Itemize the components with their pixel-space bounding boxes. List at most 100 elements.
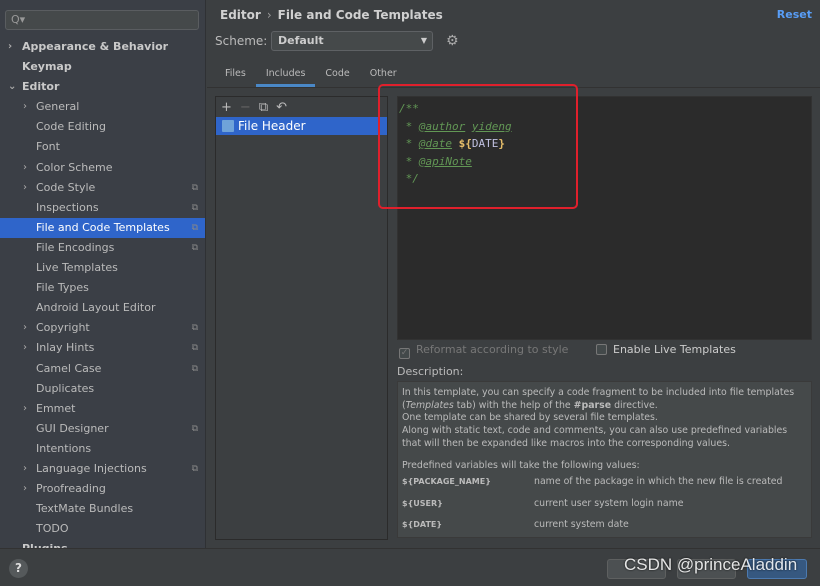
sidebar-item-file-types[interactable]: File Types: [0, 278, 205, 298]
template-list: + − ⧉ ↶ File Header: [215, 96, 388, 540]
sidebar-item-language-injections[interactable]: › Language Injections ⧉: [0, 459, 205, 479]
sidebar-item-label: GUI Designer: [36, 421, 109, 435]
description-text: One template can be shared by several fi…: [402, 412, 658, 424]
sidebar-item-emmet[interactable]: › Emmet: [0, 399, 205, 419]
chevron-right-icon[interactable]: ›: [23, 479, 27, 499]
sidebar-item-intentions[interactable]: Intentions: [0, 439, 205, 459]
gear-icon[interactable]: ⚙: [446, 33, 459, 49]
scheme-value: Default: [278, 34, 324, 47]
sidebar-item-appearance-behavior[interactable]: › Appearance & Behavior: [0, 37, 205, 57]
project-scope-icon: ⧉: [191, 222, 198, 233]
sidebar-item-textmate-bundles[interactable]: TextMate Bundles: [0, 499, 205, 519]
sidebar-item-label: Inspections: [36, 200, 99, 214]
chevron-right-icon[interactable]: ›: [23, 158, 27, 178]
sidebar-item-label: General: [36, 100, 80, 114]
sidebar-item-inlay-hints[interactable]: › Inlay Hints ⧉: [0, 338, 205, 358]
sidebar-item-label: TextMate Bundles: [36, 502, 134, 516]
sidebar-item-plugins[interactable]: Plugins: [0, 539, 205, 548]
sidebar-item-label: File and Code Templates: [36, 220, 170, 234]
sidebar-item-label: File Encodings: [36, 240, 115, 254]
list-item-file-header[interactable]: File Header: [216, 117, 387, 135]
sidebar-item-proofreading[interactable]: › Proofreading: [0, 479, 205, 499]
chevron-right-icon[interactable]: ›: [23, 399, 27, 419]
sidebar-item-live-templates[interactable]: Live Templates: [0, 258, 205, 278]
chevron-right-icon[interactable]: ›: [8, 37, 12, 57]
sidebar-item-camel-case[interactable]: Camel Case ⧉: [0, 359, 205, 379]
tab-includes[interactable]: Includes: [255, 62, 316, 87]
description-text: In this template, you can specify a code…: [402, 387, 795, 411]
project-scope-icon: ⧉: [191, 343, 198, 354]
sidebar-item-label: File Types: [36, 281, 89, 295]
tab-files[interactable]: Files: [215, 62, 256, 87]
help-button[interactable]: ?: [9, 559, 28, 578]
chevron-down-icon[interactable]: ⌄: [8, 77, 16, 97]
sidebar-item-label: Camel Case: [36, 361, 102, 375]
sidebar-item-editor[interactable]: ⌄ Editor: [0, 77, 205, 97]
chevron-right-icon[interactable]: ›: [23, 178, 27, 198]
chevron-down-icon: ▼: [420, 36, 427, 45]
chevron-right-icon[interactable]: ›: [23, 318, 27, 338]
project-scope-icon: ⧉: [191, 363, 198, 374]
sidebar-item-gui-designer[interactable]: GUI Designer ⧉: [0, 419, 205, 439]
sidebar-item-label: Copyright: [36, 321, 90, 335]
search-icon: Q▾: [11, 13, 26, 26]
sidebar-item-label: Code Style: [36, 180, 96, 194]
settings-search-input[interactable]: Q▾: [5, 10, 199, 30]
breadcrumb-current: File and Code Templates: [277, 8, 443, 22]
sidebar-item-code-editing[interactable]: Code Editing: [0, 117, 205, 137]
add-icon[interactable]: +: [221, 100, 232, 115]
variable-row: ${USER} current user system login name: [402, 497, 684, 509]
sidebar-item-android-layout-editor[interactable]: Android Layout Editor: [0, 298, 205, 318]
highlight-annotation-box: [378, 84, 578, 209]
live-templates-checkbox[interactable]: Enable Live Templates: [596, 343, 736, 356]
watermark: CSDN @princeAladdin: [624, 555, 798, 574]
sidebar-item-keymap[interactable]: Keymap: [0, 57, 205, 77]
file-icon: [222, 120, 234, 132]
sidebar-item-label: Editor: [22, 80, 60, 94]
scheme-select[interactable]: Default ▼: [271, 31, 433, 51]
checkbox-checked-icon: ✓: [399, 348, 410, 359]
sidebar-item-label: Inlay Hints: [36, 341, 95, 355]
sidebar-item-duplicates[interactable]: Duplicates: [0, 379, 205, 399]
sidebar-item-font[interactable]: Font: [0, 137, 205, 157]
breadcrumb-separator: ›: [266, 8, 272, 22]
list-toolbar: + − ⧉ ↶: [216, 97, 387, 117]
variable-row: ${PACKAGE_NAME} name of the package in wh…: [402, 476, 783, 488]
sidebar-item-file-encodings[interactable]: File Encodings ⧉: [0, 238, 205, 258]
tab-code[interactable]: Code: [315, 62, 359, 87]
sidebar-item-label: Live Templates: [36, 261, 118, 275]
description-text: Along with static text, code and comment…: [402, 425, 788, 449]
breadcrumb-parent[interactable]: Editor: [220, 8, 261, 22]
project-scope-icon: ⧉: [191, 423, 198, 434]
sidebar-item-copyright[interactable]: › Copyright ⧉: [0, 318, 205, 338]
chevron-right-icon[interactable]: ›: [23, 459, 27, 479]
project-scope-icon: ⧉: [191, 202, 198, 213]
main-panel: Editor › File and Code Templates Reset Sch…: [207, 0, 820, 548]
sidebar-item-code-style[interactable]: › Code Style ⧉: [0, 178, 205, 198]
sidebar-item-todo[interactable]: TODO: [0, 519, 205, 539]
chevron-right-icon[interactable]: ›: [23, 338, 27, 358]
settings-sidebar: Q▾ › Appearance & Behavior Keymap ⌄ Editor › G…: [0, 0, 206, 548]
sidebar-item-label: Appearance & Behavior: [22, 40, 169, 53]
sidebar-item-label: Color Scheme: [36, 160, 113, 174]
sidebar-item-general[interactable]: › General: [0, 97, 205, 117]
sidebar-item-file-and-code-templates[interactable]: File and Code Templates ⧉: [0, 217, 205, 238]
project-scope-icon: ⧉: [191, 242, 198, 253]
sidebar-item-label: Android Layout Editor: [36, 301, 156, 315]
sidebar-item-color-scheme[interactable]: › Color Scheme: [0, 158, 205, 178]
sidebar-item-label: Language Injections: [36, 461, 147, 475]
undo-icon[interactable]: ↶: [276, 100, 287, 115]
copy-icon[interactable]: ⧉: [259, 100, 268, 115]
sidebar-item-inspections[interactable]: Inspections ⧉: [0, 198, 205, 218]
scheme-label: Scheme:: [215, 34, 268, 48]
reformat-checkbox[interactable]: ✓ Reformat according to style: [399, 343, 568, 359]
sidebar-item-label: Proofreading: [36, 482, 106, 496]
remove-icon[interactable]: −: [240, 100, 251, 115]
reset-button[interactable]: Reset: [777, 8, 812, 21]
description-panel: In this template, you can specify a code…: [397, 381, 812, 538]
sidebar-item-label: Keymap: [22, 60, 72, 74]
project-scope-icon: ⧉: [191, 182, 198, 193]
variable-row: ${DATE} current system date: [402, 519, 629, 531]
checkbox-icon: [596, 344, 607, 355]
chevron-right-icon[interactable]: ›: [23, 97, 27, 117]
